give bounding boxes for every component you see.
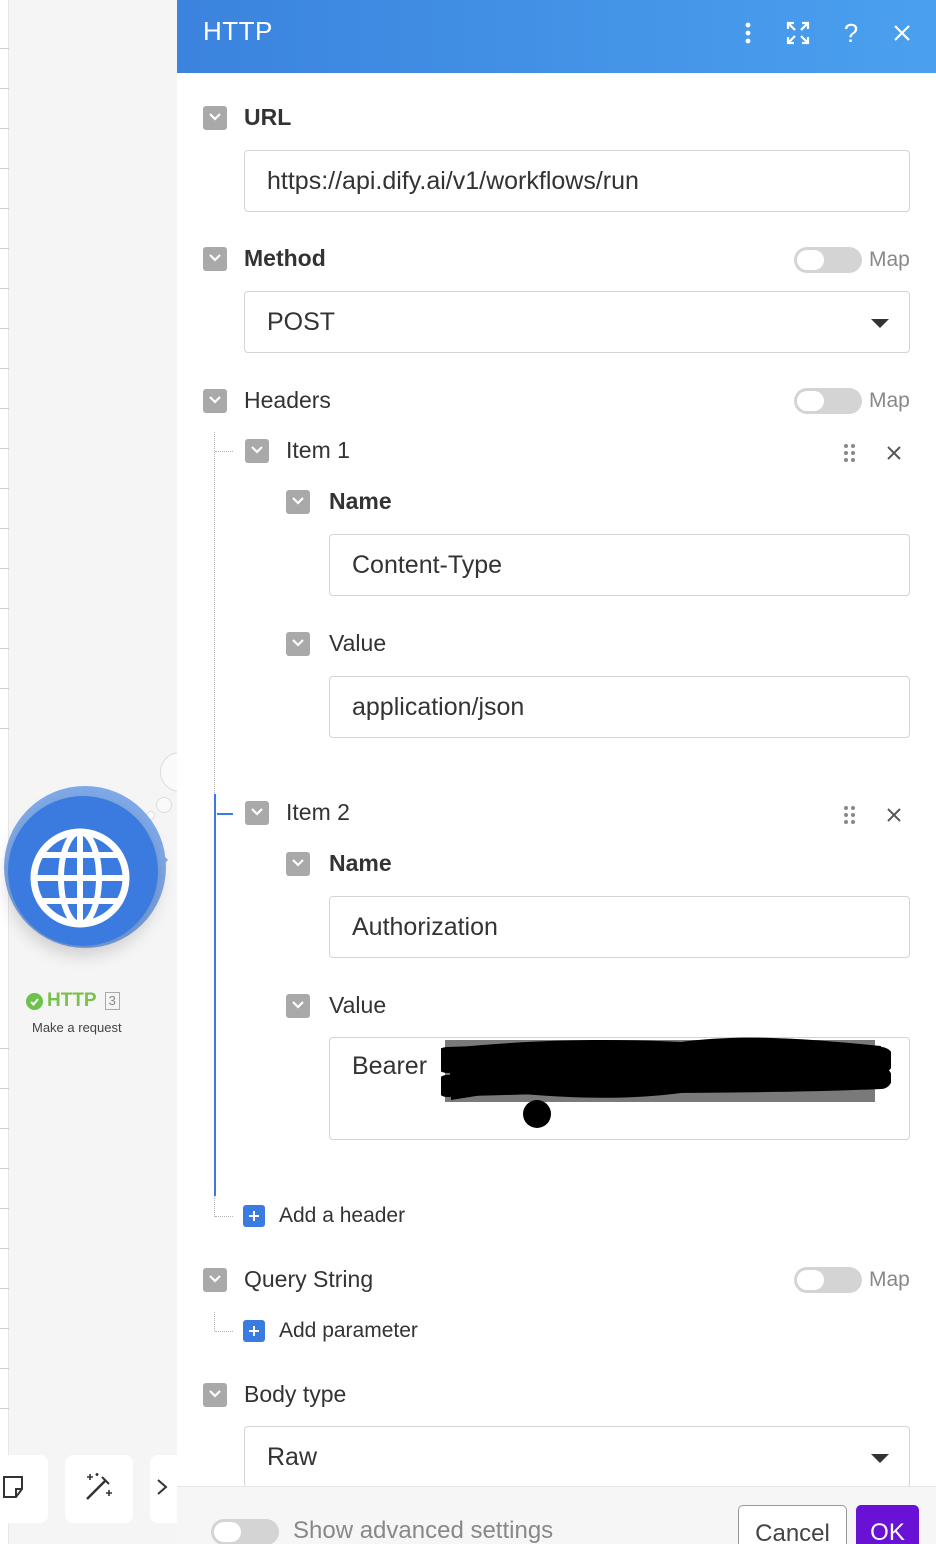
item1-name-input[interactable]: Content-Type: [329, 534, 910, 596]
item2-value-collapse-toggle[interactable]: [286, 994, 310, 1018]
panel-footer: Show advanced settings Cancel OK: [177, 1486, 936, 1544]
add-parameter-label: Add parameter: [279, 1319, 418, 1342]
module-label: HTTP 3: [26, 990, 120, 1012]
chevron-down-icon: [291, 635, 305, 653]
magic-wand-tool-button[interactable]: [65, 1455, 133, 1523]
canvas-ruler: [0, 0, 9, 1544]
chevron-down-icon: [291, 997, 305, 1015]
add-header-label: Add a header: [279, 1204, 406, 1227]
maximize-icon[interactable]: [781, 16, 815, 50]
method-map-toggle[interactable]: [794, 247, 862, 273]
caret-down-icon: [871, 1454, 889, 1463]
body-type-label: Body type: [244, 1381, 347, 1407]
chevron-down-icon: [291, 855, 305, 873]
item2-value-text: Bearer: [352, 1052, 428, 1080]
item2-active-line: [214, 794, 216, 1196]
headers-map-toggle[interactable]: [794, 388, 862, 414]
redacted-token-scribble: [441, 1037, 891, 1128]
add-header-button[interactable]: Add a header: [243, 1204, 405, 1228]
add-parameter-button[interactable]: Add parameter: [243, 1319, 418, 1343]
chevron-down-icon: [250, 804, 264, 822]
item2-name-input[interactable]: Authorization: [329, 896, 910, 958]
panel-title: HTTP: [203, 16, 273, 46]
method-select-value: POST: [267, 307, 336, 336]
chevron-down-icon: [250, 442, 264, 460]
advanced-settings-label: Show advanced settings: [293, 1517, 554, 1544]
panel-header: HTTP ?: [177, 0, 936, 73]
flow-icon: [154, 1474, 174, 1505]
url-input[interactable]: https://api.dify.ai/v1/workflows/run: [244, 150, 910, 212]
item1-branch: [215, 451, 233, 452]
caret-down-icon: [871, 319, 889, 328]
note-icon: [0, 1473, 28, 1506]
query-string-map-toggle[interactable]: [794, 1267, 862, 1293]
item2-branch: [217, 813, 233, 815]
url-label: URL: [244, 104, 292, 130]
url-collapse-toggle[interactable]: [203, 106, 227, 130]
item1-value-label: Value: [329, 630, 387, 656]
item2-name-label: Name: [329, 850, 392, 876]
module-title: HTTP: [47, 990, 97, 1011]
close-icon[interactable]: [885, 16, 919, 50]
help-icon[interactable]: ?: [834, 16, 868, 50]
chevron-down-icon: [208, 1271, 222, 1289]
item1-value-input[interactable]: application/json: [329, 676, 910, 738]
item1-collapse-toggle[interactable]: [245, 439, 269, 463]
method-label: Method: [244, 245, 326, 271]
magic-wand-icon: [82, 1470, 116, 1509]
body-type-collapse-toggle[interactable]: [203, 1383, 227, 1407]
item2-remove-icon[interactable]: [882, 803, 906, 827]
note-tool-button[interactable]: [0, 1455, 48, 1523]
item1-name-collapse-toggle[interactable]: [286, 490, 310, 514]
headers-map-label: Map: [869, 389, 910, 412]
headers-collapse-toggle[interactable]: [203, 389, 227, 413]
plus-icon: [243, 1205, 265, 1227]
item1-name-label: Name: [329, 488, 392, 514]
scenario-canvas[interactable]: HTTP 3 Make a request: [0, 0, 177, 1544]
add-parameter-branch: [215, 1331, 233, 1332]
check-circle-icon: [26, 992, 43, 1010]
item1-value-collapse-toggle[interactable]: [286, 632, 310, 656]
module-subtitle: Make a request: [32, 1020, 122, 1035]
body-type-select-value: Raw: [267, 1442, 318, 1471]
method-select[interactable]: POST: [244, 291, 910, 353]
item2-name-collapse-toggle[interactable]: [286, 852, 310, 876]
headers-label: Headers: [244, 387, 331, 413]
advanced-settings-toggle[interactable]: [211, 1519, 279, 1544]
query-string-map-label: Map: [869, 1268, 910, 1291]
body-type-select[interactable]: Raw: [244, 1426, 910, 1488]
chevron-down-icon: [208, 1386, 222, 1404]
ok-button[interactable]: OK: [856, 1505, 919, 1544]
item2-drag-handle-icon[interactable]: [843, 805, 857, 825]
query-tree-line: [214, 1312, 215, 1331]
more-vertical-icon[interactable]: [731, 16, 765, 50]
query-string-label: Query String: [244, 1266, 374, 1292]
method-collapse-toggle[interactable]: [203, 247, 227, 271]
chevron-down-icon: [291, 493, 305, 511]
item2-value-label: Value: [329, 992, 387, 1018]
chevron-down-icon: [208, 250, 222, 268]
method-map-label: Map: [869, 248, 910, 271]
item1-drag-handle-icon[interactable]: [843, 443, 857, 463]
http-module-panel: HTTP ? URL https://api.dify.ai/v1/workfl…: [177, 0, 936, 1544]
item1-remove-icon[interactable]: [882, 441, 906, 465]
http-module-node[interactable]: [0, 786, 170, 976]
chevron-down-icon: [208, 109, 222, 127]
query-string-collapse-toggle[interactable]: [203, 1268, 227, 1292]
cancel-button[interactable]: Cancel: [738, 1505, 847, 1544]
item2-label: Item 2: [286, 799, 350, 825]
globe-icon: [26, 824, 134, 937]
chevron-down-icon: [208, 392, 222, 410]
item2-collapse-toggle[interactable]: [245, 801, 269, 825]
flow-tool-button[interactable]: [150, 1455, 177, 1523]
add-header-branch: [215, 1216, 233, 1217]
item1-label: Item 1: [286, 437, 350, 463]
module-count-badge: 3: [104, 992, 120, 1010]
plus-icon: [243, 1320, 265, 1342]
